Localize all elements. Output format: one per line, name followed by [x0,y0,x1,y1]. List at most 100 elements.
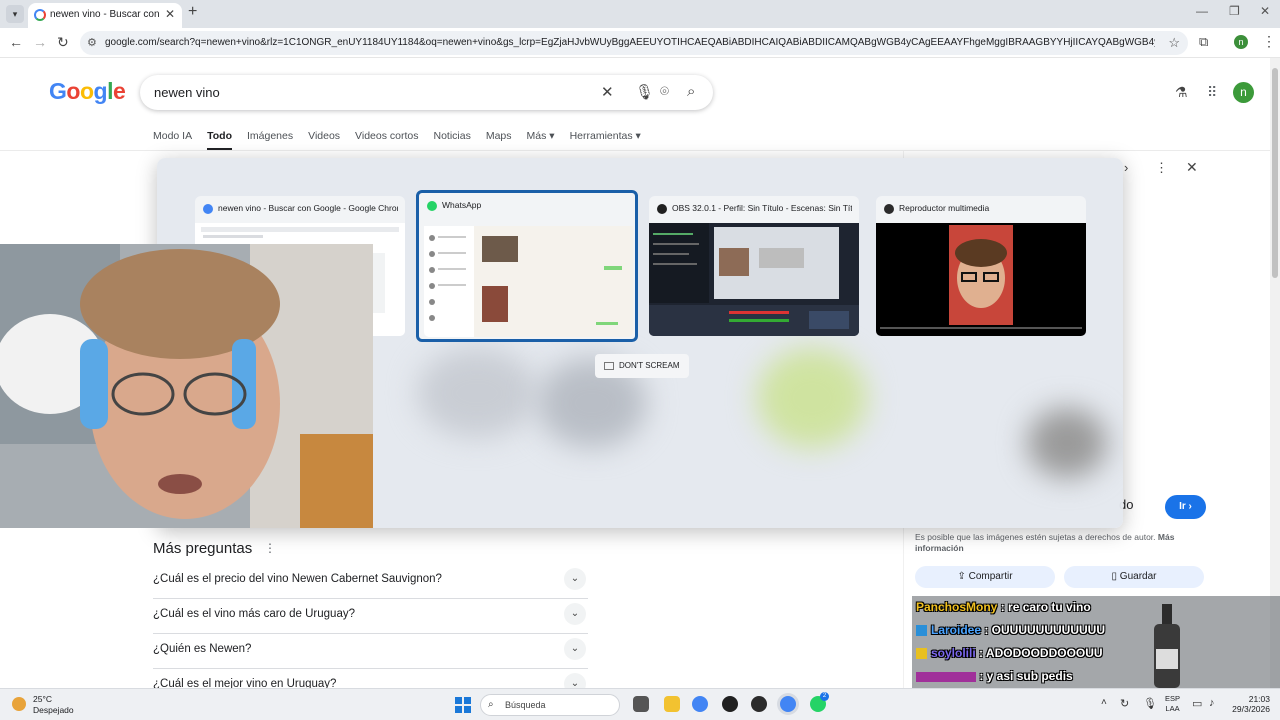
chat-message: Laroidee : OUUUUUUUUUUUU [916,623,1105,637]
tab-modo-ia[interactable]: Modo IA [153,130,192,150]
taskbar-search-box[interactable]: ⌕ Búsqueda [480,694,620,716]
lens-camera-icon[interactable]: ⌾ [660,83,669,100]
weather-description[interactable]: Despejado [33,705,74,715]
obs-thumbnail-graphic [649,223,859,336]
share-icon: ⇪ [957,571,969,582]
tab-close-icon[interactable]: ✕ [165,7,175,21]
scrollbar-thumb[interactable] [1272,68,1278,278]
account-avatar[interactable]: n [1233,82,1254,103]
file-explorer-icon[interactable] [664,696,680,712]
google-logo[interactable]: Google [49,78,126,105]
site-info-icon[interactable]: ⚙ [87,36,97,49]
question-text: ¿Cuál es el precio del vino Newen Cabern… [153,573,442,585]
chrome-icon[interactable] [692,696,708,712]
whatsapp-thumbnail-graphic [424,226,622,337]
stream-chat-overlay: PanchosMony : re caro tu vino Laroidee :… [912,596,1280,688]
obs-icon[interactable] [722,696,738,712]
game-window-icon [604,361,614,370]
whatsapp-notification-badge: 2 [820,692,829,701]
tab-herramientas[interactable]: Herramientas ▾ [570,130,641,150]
search-query[interactable]: newen vino [154,85,220,100]
bookmark-star-icon[interactable]: ☆ [1168,35,1180,51]
media-player-thumbnail-graphic [880,225,1082,329]
blurred-background [757,348,867,448]
reload-icon[interactable]: ↻ [57,34,69,51]
window-thumbnail [876,223,1086,336]
question-row[interactable]: ¿Quién es Newen? ⌄ [153,634,588,669]
tab-videos-cortos[interactable]: Videos cortos [355,130,418,150]
forward-arrow-icon[interactable]: → [33,34,47,50]
crown-badge-icon [916,648,927,660]
task-view-icon[interactable] [633,696,649,712]
apps-grid-icon[interactable]: ⠿ [1207,84,1217,101]
address-bar[interactable]: ⚙ google.com/search?q=newen+vino&rlz=1C1… [80,31,1188,55]
chevron-right-icon[interactable]: › [1124,160,1128,175]
chevron-down-icon[interactable]: ⌄ [564,638,586,660]
media-player-icon[interactable] [751,696,767,712]
clock[interactable]: 21:03 29/3/2026 [1230,694,1270,714]
labs-flask-icon[interactable]: ⚗ [1175,84,1188,101]
extensions-icon[interactable]: ⧉ [1199,34,1208,50]
volume-icon[interactable]: ♪ [1209,697,1215,709]
browser-toolbar: ← → ↻ ⚙ google.com/search?q=newen+vino&r… [0,28,1280,58]
window-thumbnail [649,223,859,336]
obs-icon [657,203,667,214]
more-options-icon[interactable]: ⋮ [1155,160,1168,176]
chevron-down-icon[interactable]: ⌄ [564,568,586,590]
minimize-icon[interactable]: — [1196,4,1208,18]
profile-avatar[interactable]: n [1234,35,1248,49]
window-card-obs[interactable]: OBS 32.0.1 - Perfil: Sin Título - Escena… [649,196,859,336]
back-arrow-icon[interactable]: ← [9,34,23,50]
share-button[interactable]: ⇪ Compartir [915,566,1055,588]
chevron-down-icon[interactable]: ⌄ [564,603,586,625]
microphone-icon[interactable]: 🎙 [635,83,654,101]
tab-noticias[interactable]: Noticias [433,130,470,150]
media-player-icon [884,203,894,214]
tab-mas[interactable]: Más ▾ [527,130,555,150]
network-icon[interactable]: ▭ [1192,697,1202,710]
restore-icon[interactable]: ❐ [1229,4,1240,18]
window-thumbnail [424,226,633,337]
window-card-dont-scream[interactable]: DON'T SCREAM [595,354,689,378]
chrome-menu-icon[interactable]: ⋮ [1262,33,1276,50]
windows-start-icon[interactable] [455,697,471,713]
question-row[interactable]: ¿Cuál es el precio del vino Newen Cabern… [153,564,588,599]
more-options-icon[interactable]: ⋮ [264,541,276,555]
save-button[interactable]: ▯ Guardar [1064,566,1204,588]
question-row[interactable]: ¿Cuál es el vino más caro de Uruguay? ⌄ [153,599,588,634]
browser-tab[interactable]: newen vino - Buscar con Google ✕ [28,3,182,28]
tab-todo[interactable]: Todo [207,130,232,150]
tab-search-button[interactable]: ▾ [6,5,24,23]
copyright-note: Es posible que las imágenes estén sujeta… [915,532,1175,553]
show-hidden-icons-icon[interactable]: ˄ [1101,697,1107,708]
input-language-indicator[interactable]: ESP LAA [1165,694,1180,714]
search-icon[interactable]: ⌕ [687,83,695,100]
question-text: ¿Cuál es el vino más caro de Uruguay? [153,608,355,620]
tab-maps[interactable]: Maps [486,130,512,150]
weather-temperature[interactable]: 25°C [33,694,52,704]
window-card-media-player[interactable]: Reproductor multimedia [876,196,1086,336]
go-button[interactable]: Ir › [1165,495,1206,519]
chrome-active-icon[interactable] [780,696,796,712]
chat-message: PanchosMony : re caro tu vino [916,600,1091,614]
chat-message: : y asi sub pedis [916,669,1073,683]
tab-imagenes[interactable]: Imágenes [247,130,293,150]
window-card-whatsapp[interactable]: WhatsApp [416,190,638,342]
sync-icon[interactable]: ↻ [1120,697,1129,710]
search-input[interactable]: newen vino ✕ 🎙 ⌾ ⌕ [140,75,713,110]
tab-videos[interactable]: Videos [308,130,340,150]
new-tab-button[interactable]: + [188,3,197,21]
tab-title: newen vino - Buscar con Google [50,9,162,20]
wine-bottle-image [1154,604,1180,688]
clear-icon[interactable]: ✕ [601,83,614,101]
windows-taskbar: 25°C Despejado ⌕ Búsqueda 2 ˄ ↻ 🎙 ESP LA… [0,688,1280,720]
url-text[interactable]: google.com/search?q=newen+vino&rlz=1C1ON… [105,37,1155,48]
whatsapp-icon [427,200,437,211]
blurred-background [1027,408,1107,478]
panel-close-icon[interactable]: ✕ [1186,159,1198,176]
microphone-icon[interactable]: 🎙 [1143,697,1157,710]
weather-moon-icon[interactable] [12,697,26,711]
chrome-icon [203,203,213,214]
window-close-icon[interactable]: ✕ [1260,4,1270,18]
streamer-webcam-image [0,244,373,528]
